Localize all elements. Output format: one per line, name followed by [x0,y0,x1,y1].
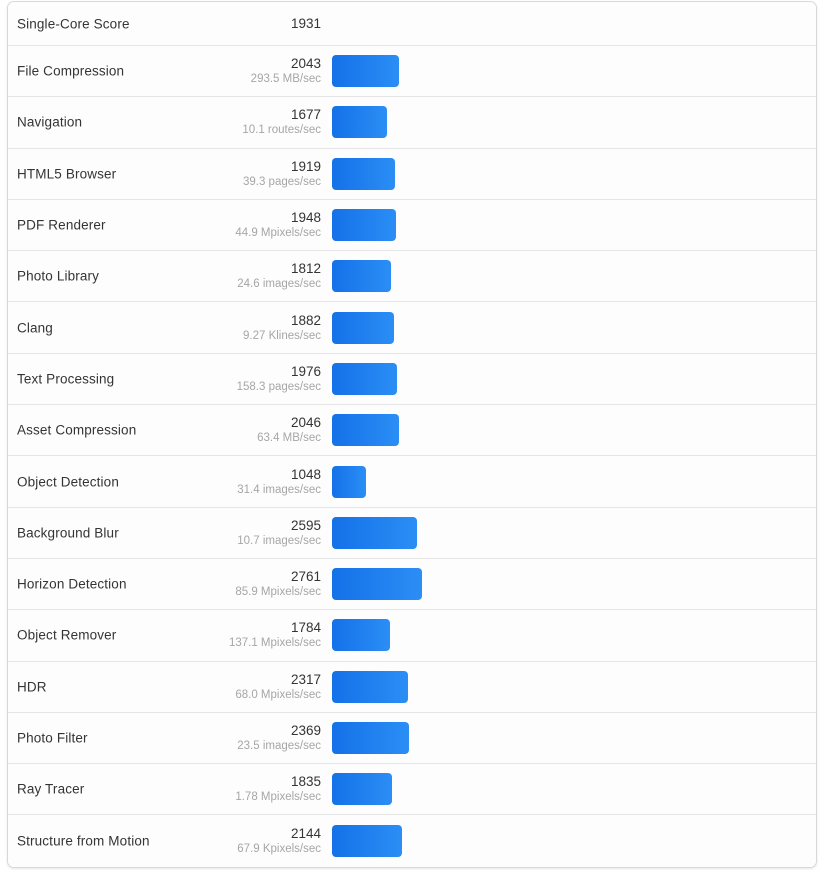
benchmark-bar-track [332,568,808,601]
benchmark-bar-track [332,516,808,549]
benchmark-label: Photo Filter [17,730,88,746]
benchmark-bar [332,825,403,858]
benchmark-score: 1882 [290,312,321,328]
benchmark-row: Object Remover 1784 137.1 Mpixels/sec [8,610,816,662]
benchmark-bar [332,157,395,190]
benchmark-label: Text Processing [17,371,115,387]
benchmark-label: Ray Tracer [17,781,85,797]
benchmark-bar [332,106,387,139]
benchmark-bar-track [332,362,808,395]
benchmark-bar-track [332,106,808,139]
benchmark-bar-track [332,260,808,293]
benchmark-bar [332,722,410,754]
benchmark-label: HTML5 Browser [17,166,117,182]
benchmark-bar [332,465,367,498]
benchmark-label: Photo Library [17,268,100,284]
benchmark-rate: 68.0 Mpixels/sec [235,688,321,701]
benchmark-label: Background Blur [17,525,119,541]
benchmark-score: 2317 [290,671,321,687]
benchmark-row-list: File Compression 2043 293.5 MB/sec Navigati… [8,46,816,867]
benchmark-bar-track [332,465,808,498]
benchmark-label: Navigation [17,114,83,130]
benchmark-bar [332,414,399,447]
benchmark-label: Object Remover [17,627,117,643]
benchmark-label: PDF Renderer [17,217,106,233]
benchmark-label: Asset Compression [17,422,137,438]
benchmark-row: Object Detection 1048 31.4 images/sec [8,456,816,508]
benchmark-bar [332,55,399,88]
benchmark-row: HTML5 Browser 1919 39.3 pages/sec [8,148,816,200]
benchmark-row: Clang 1882 9.27 Klines/sec [8,302,816,354]
benchmark-bar [332,773,392,806]
benchmark-bar [332,209,396,242]
benchmark-bar-track [332,825,808,858]
benchmark-row: Text Processing 1976 158.3 pages/sec [8,353,816,406]
benchmark-bar [332,362,397,395]
benchmark-row: HDR 2317 68.0 Mpixels/sec [8,661,816,713]
benchmark-row: Horizon Detection 2761 85.9 Mpixels/sec [8,558,816,611]
benchmark-bar-track [332,414,808,447]
benchmark-rate: 9.27 Klines/sec [243,329,321,342]
benchmark-bar [332,568,423,601]
summary-label: Single-Core Score [17,16,130,31]
benchmark-row: Photo Filter 2369 23.5 images/sec [8,712,816,765]
benchmark-bar [332,619,391,652]
benchmark-label: Horizon Detection [17,576,127,592]
benchmark-bar-track [332,773,808,806]
benchmark-bar [332,260,392,293]
benchmark-label: Object Detection [17,474,119,490]
benchmark-bar-track [332,157,808,190]
benchmark-bar-track [332,55,808,88]
benchmark-row: Ray Tracer 1835 1.78 Mpixels/sec [8,764,816,816]
benchmark-row: PDF Renderer 1948 44.9 Mpixels/sec [8,199,816,252]
benchmark-bar-track [332,619,808,652]
benchmark-row: Structure from Motion 2144 67.9 Kpixels/se… [8,815,816,867]
benchmark-label: File Compression [17,63,125,79]
benchmark-row: Photo Library 1812 24.6 images/sec [8,251,816,303]
benchmark-row: Asset Compression 2046 63.4 MB/sec [8,405,816,457]
benchmark-metrics: 1882 9.27 Klines/sec [8,312,321,344]
benchmark-bar [332,516,417,549]
summary-row: Single-Core Score 1931 [8,2,816,46]
benchmark-bar-track [332,670,808,703]
benchmark-bar [332,670,408,703]
benchmark-row: Navigation 1677 10.1 routes/sec [8,97,816,149]
benchmark-bar [332,311,394,344]
benchmark-row: Background Blur 2595 10.7 images/sec [8,507,816,559]
benchmark-label: Structure from Motion [17,833,150,849]
benchmark-bar-track [332,311,808,344]
benchmark-metrics: 2317 68.0 Mpixels/sec [8,671,321,703]
benchmark-label: HDR [17,679,47,695]
benchmark-label: Clang [17,320,53,336]
benchmark-bar-track [332,722,808,754]
benchmark-bar-track [332,209,808,242]
benchmark-results-card: Single-Core Score 1931 File Compression 2… [7,1,817,868]
benchmark-row: File Compression 2043 293.5 MB/sec [8,46,816,98]
